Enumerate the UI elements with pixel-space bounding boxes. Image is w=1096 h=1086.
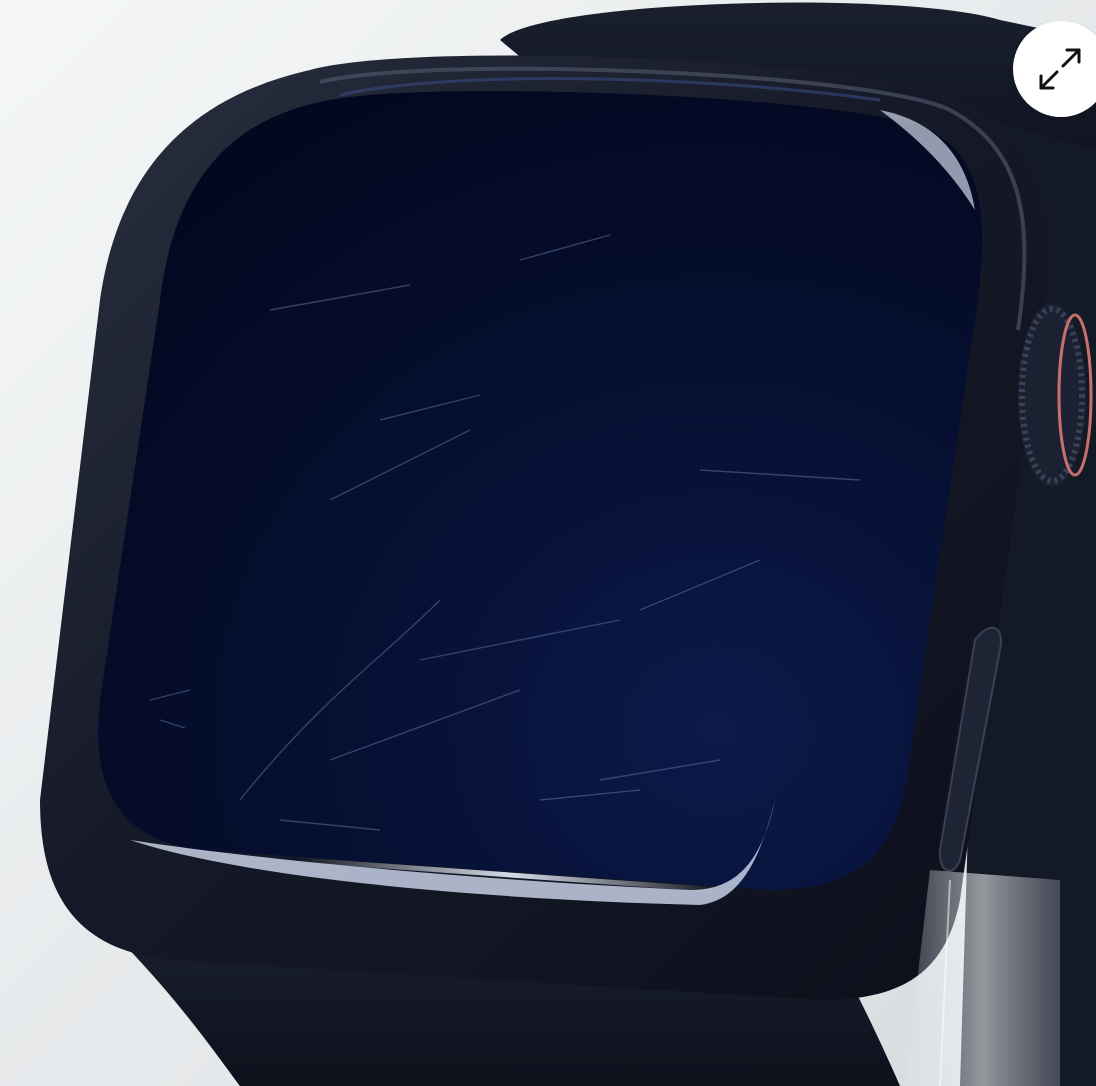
expand-arrows-icon <box>1039 48 1081 90</box>
product-photo <box>0 0 1096 1086</box>
photo-viewer <box>0 0 1096 1086</box>
